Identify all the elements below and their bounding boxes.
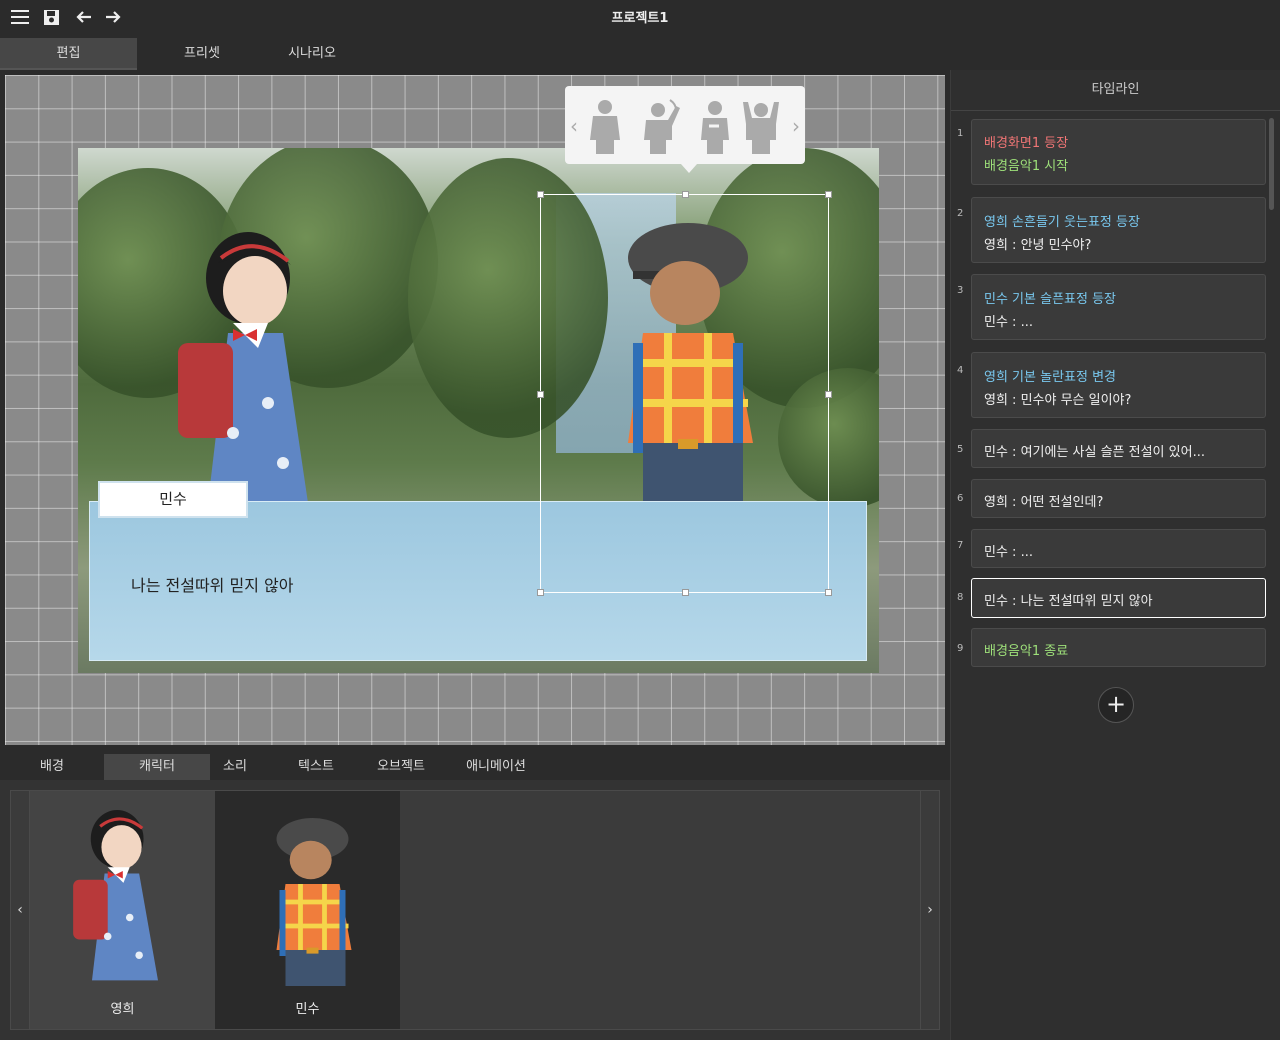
library-prev-button[interactable]: ‹ [11,791,30,1029]
timeline-item-number: 5 [957,444,964,455]
asset-tabs: 배경 캐릭터 소리 텍스트 오브젝트 애니메이션 [0,752,950,780]
resize-handle[interactable] [682,589,689,596]
timeline-item-line: 민수 : 여기에는 사실 슬픈 전설이 있어... [984,445,1205,460]
resize-handle[interactable] [537,391,544,398]
younghee-thumbnail [73,810,158,981]
timeline-item-number: 7 [957,540,964,551]
timeline-item-number: 1 [957,128,964,139]
pose-selector-popup: ‹ › [565,86,805,173]
add-timeline-item-button[interactable]: + [1098,687,1134,723]
tab-text[interactable]: 텍스트 [283,754,349,780]
tab-character[interactable]: 캐릭터 [104,754,210,780]
tab-edit[interactable]: 편집 [0,38,137,70]
timeline-item-line: 배경음악1 시작 [984,159,1069,174]
timeline-panel: 타임라인 1 배경화면1 등장 배경음악1 시작 2 영희 손흔들기 웃는표정 … [950,70,1280,1040]
tab-animation[interactable]: 애니메이션 [456,754,536,780]
asset-panel: ‹ 영희 민수 › [0,780,950,1040]
timeline-item[interactable]: 영희 손흔들기 웃는표정 등장 영희 : 안녕 민수야? [971,197,1266,263]
library-next-button[interactable]: › [920,791,939,1029]
character-card-younghee[interactable]: 영희 [30,791,215,1029]
timeline-item-line: 민수 : ... [984,545,1033,560]
main-tabs: 편집 프리셋 시나리오 [0,38,950,70]
timeline-item-line: 민수 : ... [984,315,1033,330]
timeline-item[interactable]: 배경음악1 종료 [971,628,1266,667]
resize-handle[interactable] [825,589,832,596]
tab-scenario[interactable]: 시나리오 [267,38,357,70]
tab-background[interactable]: 배경 [0,754,104,780]
timeline-item-line: 배경음악1 종료 [984,644,1069,659]
character-name: 민수 [295,1002,320,1017]
dialog-text[interactable]: 나는 전설따위 믿지 않아 [131,572,293,596]
timeline-item-number: 3 [957,285,964,296]
timeline-item-line: 배경화면1 등장 [984,136,1069,151]
timeline-item[interactable]: 배경화면1 등장 배경음악1 시작 [971,119,1266,185]
character-card-minsu[interactable]: 민수 [215,791,400,1029]
chevron-right-icon[interactable]: › [792,114,800,138]
timeline-item-number: 2 [957,208,964,219]
resize-handle[interactable] [537,191,544,198]
timeline-item[interactable]: 민수 기본 슬픈표정 등장 민수 : ... [971,274,1266,340]
timeline-item[interactable]: 영희 : 어떤 전설인데? [971,479,1266,518]
character-younghee[interactable] [173,223,348,513]
timeline-item-line: 민수 기본 슬픈표정 등장 [984,292,1116,307]
pose-standing-icon[interactable] [585,98,625,154]
resize-handle[interactable] [825,391,832,398]
tab-sound[interactable]: 소리 [210,754,260,780]
chevron-left-icon[interactable]: ‹ [570,114,578,138]
pose-wave-hand-icon[interactable] [640,98,680,154]
timeline-item-line: 영희 : 민수야 무슨 일이야? [984,393,1132,408]
timeline-item-line: 영희 기본 놀란표정 변경 [984,370,1116,385]
pose-thinking-icon[interactable] [695,98,735,154]
timeline-title: 타임라인 [951,70,1280,111]
speaker-name-box[interactable]: 민수 [98,481,248,518]
top-bar: 프로젝트1 [0,0,1280,34]
timeline-item-line: 영희 : 안녕 민수야? [984,238,1092,253]
timeline-item-number: 8 [957,592,964,603]
pose-hands-up-icon[interactable] [741,98,781,154]
timeline-item-line: 민수 : 나는 전설따위 믿지 않아 [984,594,1153,609]
resize-handle[interactable] [537,589,544,596]
timeline-scrollbar[interactable] [1269,118,1274,210]
selection-box[interactable] [537,191,832,596]
character-library: ‹ 영희 민수 › [10,790,940,1030]
resize-handle[interactable] [682,191,689,198]
minsu-thumbnail [276,818,352,986]
timeline-item-number: 4 [957,365,964,376]
timeline-item[interactable]: 민수 : 여기에는 사실 슬픈 전설이 있어... [971,429,1266,468]
project-title: 프로젝트1 [611,11,669,26]
resize-handle[interactable] [825,191,832,198]
timeline-item[interactable]: 영희 기본 놀란표정 변경 영희 : 민수야 무슨 일이야? [971,352,1266,418]
character-name: 영희 [110,1002,135,1017]
editor-canvas[interactable]: 민수 나는 전설따위 믿지 않아 ‹ › [5,75,945,745]
timeline-item-line: 영희 : 어떤 전설인데? [984,495,1104,510]
tab-preset[interactable]: 프리셋 [137,38,267,70]
timeline-item[interactable]: 민수 : ... [971,529,1266,568]
timeline-item-number: 6 [957,493,964,504]
timeline-item-line: 영희 손흔들기 웃는표정 등장 [984,215,1140,230]
timeline-item-number: 9 [957,643,964,654]
tab-object[interactable]: 오브젝트 [366,754,436,780]
timeline-item-active[interactable]: 민수 : 나는 전설따위 믿지 않아 [971,578,1266,618]
